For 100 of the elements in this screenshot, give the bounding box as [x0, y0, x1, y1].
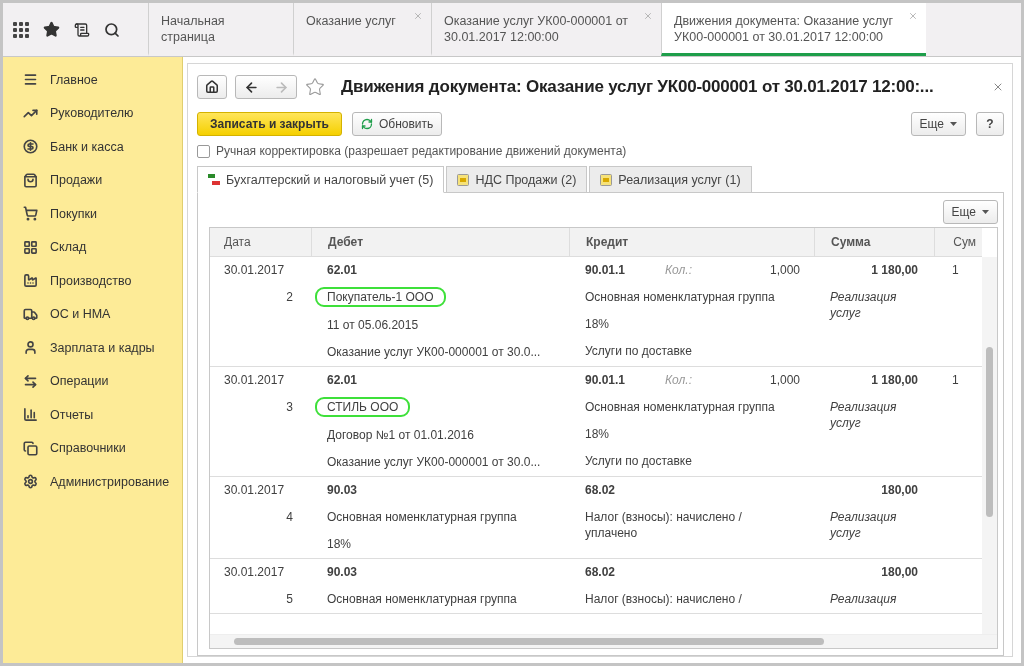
favorites-icon[interactable] — [43, 21, 60, 38]
table-cell: Договор №1 от 01.01.2016 — [327, 427, 474, 443]
highlighted-cell: Покупатель-1 ООО — [315, 287, 446, 307]
table-cell: 5 — [286, 591, 293, 607]
table-cell: Оказание услуг УК00-000001 от 30.0... — [327, 344, 541, 360]
table-cell: 90.01.1 — [585, 262, 626, 278]
checkbox[interactable] — [197, 144, 210, 158]
table-cell-text: Реализация услуг — [830, 399, 898, 431]
sidebar-item[interactable]: Покупки — [3, 197, 182, 231]
table-cell: 11 от 05.06.2015 — [327, 317, 419, 333]
window-tab[interactable]: Движения документа: Оказание услуг УК00-000001 от 30.01.2017 12:00:00 — [661, 3, 926, 56]
favorite-star-icon[interactable] — [305, 77, 325, 97]
register-icon — [600, 173, 613, 186]
factory-icon — [23, 273, 38, 289]
table-cell: 1 180,00 — [871, 372, 918, 388]
table-cell-text: 18% — [585, 426, 611, 442]
register-tab[interactable]: НДС Продажи (2) — [446, 166, 588, 193]
coin-icon — [23, 139, 38, 155]
table-cell: 30.01.2017 — [224, 482, 285, 498]
column-header: Сум — [934, 228, 982, 256]
cart-icon — [23, 206, 38, 222]
close-icon[interactable] — [908, 11, 918, 21]
save-close-button[interactable]: Записать и закрыть — [197, 112, 342, 136]
table-cell: 3 — [286, 399, 293, 415]
apps-grid-icon[interactable] — [13, 21, 29, 38]
horizontal-scrollbar[interactable] — [210, 634, 997, 648]
more-button[interactable]: Еще — [910, 112, 966, 136]
register-tab[interactable]: Реализация услуг (1) — [589, 166, 752, 193]
checkbox-label: Ручная корректировка (разрешает редактирование движений документа) — [216, 144, 627, 158]
refresh-button[interactable]: Обновить — [351, 112, 443, 136]
sidebar-item[interactable]: Зарплата и кадры — [3, 331, 182, 365]
refresh-icon — [360, 118, 373, 130]
menu-icon — [23, 72, 38, 88]
table-cell: 90.01.1 — [585, 372, 626, 388]
truck-icon — [23, 306, 38, 322]
table-cell: 30.01.2017 — [224, 262, 285, 278]
register-tab[interactable]: Бухгалтерский и налоговый учет (5) — [197, 166, 445, 193]
more-button[interactable]: Еще — [942, 200, 998, 224]
table-cell-text: Основная номенклатурная группа — [585, 289, 776, 305]
sidebar-item[interactable]: ОС и НМА — [3, 297, 182, 331]
table-cell: 90.03 — [327, 564, 358, 580]
copy-icon — [23, 440, 38, 456]
table-cell: 18% — [327, 536, 352, 552]
arrows-icon — [23, 373, 38, 389]
table-cell: 180,00 — [881, 482, 918, 498]
close-icon[interactable] — [643, 11, 653, 21]
table-cell: 62.01 — [327, 372, 358, 388]
table-cell: 4 — [286, 509, 293, 525]
table-cell: 90.03 — [327, 482, 358, 498]
table-cell: 1 180,00 — [871, 262, 918, 278]
table-cell-text: Реализация — [830, 591, 898, 607]
table-cell-text: Основная номенклатурная группа — [585, 399, 776, 415]
bag-icon — [23, 172, 38, 188]
table-cell-text: Услуги по доставке — [585, 343, 693, 359]
table-cell: 180,00 — [881, 564, 918, 580]
table-cell: 30.01.2017 — [224, 372, 285, 388]
table-cell-text: Налог (взносы): начислено / уплачено — [585, 509, 743, 541]
sidebar-item[interactable]: Банк и касса — [3, 130, 182, 164]
caret-icon — [950, 122, 957, 126]
help-button[interactable]: ? — [976, 112, 1004, 136]
sidebar-item[interactable]: Администрирование — [3, 465, 182, 499]
table-cell: 1,000 — [769, 262, 800, 278]
sidebar-item[interactable]: Склад — [3, 230, 182, 264]
table-cell: 2 — [286, 289, 293, 305]
column-header: Кредит — [569, 228, 814, 256]
home-icon — [205, 80, 219, 94]
caret-icon — [982, 210, 989, 214]
table-cell: 68.02 — [585, 564, 616, 580]
sidebar-item[interactable]: Операции — [3, 364, 182, 398]
close-icon[interactable] — [992, 81, 1004, 93]
table-cell-text: Услуги по доставке — [585, 453, 693, 469]
table-cell: 30.01.2017 — [224, 564, 285, 580]
person-icon — [23, 340, 38, 356]
sidebar-item[interactable]: Производство — [3, 264, 182, 298]
table-cell: 1 — [952, 372, 959, 388]
form-title: Движения документа: Оказание услуг УК00-000001 от 30.01.2017 12:00:... — [341, 77, 935, 97]
column-header: Дата — [223, 234, 252, 251]
table-cell: Оказание услуг УК00-000001 от 30.0... — [327, 454, 541, 470]
table-cell: Основная номенклатурная группа — [327, 591, 517, 607]
search-icon[interactable] — [104, 21, 120, 38]
home-button[interactable] — [197, 75, 227, 99]
sidebar-item[interactable]: Отчеты — [3, 398, 182, 432]
table-cell: 68.02 — [585, 482, 616, 498]
sidebar-item[interactable]: Главное — [3, 63, 182, 97]
table-cell-text: 18% — [585, 316, 611, 332]
gear-icon — [23, 474, 38, 490]
table-cell-text: Реализация услуг — [830, 509, 898, 541]
right-arrow-icon — [273, 79, 289, 95]
history-icon[interactable] — [74, 21, 90, 38]
sidebar-item[interactable]: Справочники — [3, 431, 182, 465]
table-cell-text: Налог (взносы): начислено / — [585, 591, 743, 607]
table-cell: 62.01 — [327, 262, 358, 278]
table-cell-text: Реализация услуг — [830, 289, 898, 321]
close-icon[interactable] — [413, 11, 423, 21]
sidebar-item[interactable]: Руководителю — [3, 96, 182, 130]
register-icon — [457, 173, 470, 186]
ledger-icon — [208, 173, 220, 186]
sidebar-item[interactable]: Продажи — [3, 163, 182, 197]
table-cell: 1,000 — [769, 372, 800, 388]
vertical-scrollbar[interactable] — [982, 257, 997, 634]
